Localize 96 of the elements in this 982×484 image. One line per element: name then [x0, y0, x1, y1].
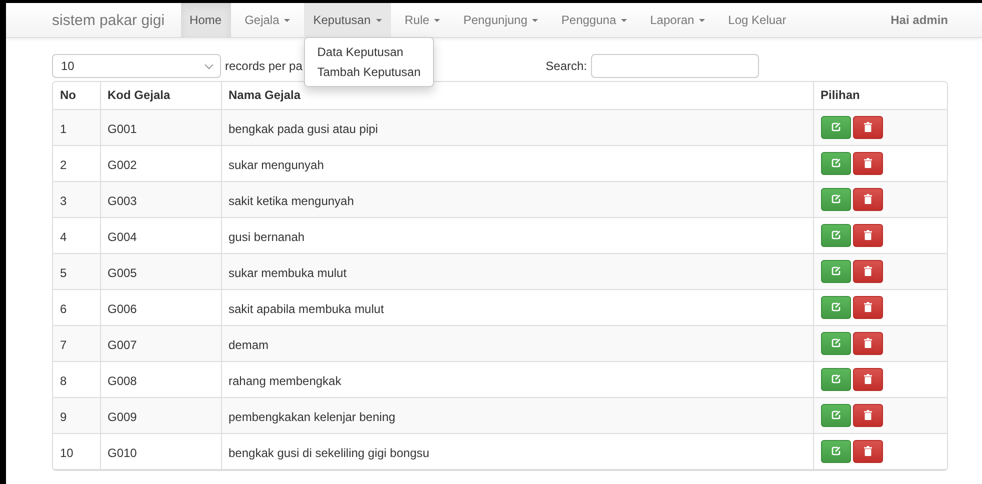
delete-button[interactable] [852, 368, 882, 390]
edit-icon [830, 410, 840, 420]
dropdown-item[interactable]: Data Keputusan [305, 42, 433, 62]
table-cell: 8 [60, 374, 67, 388]
caret-icon [284, 18, 290, 22]
nav-item[interactable]: Laporan [641, 2, 714, 38]
table-cell: 9 [60, 410, 67, 424]
table-cell: sukar membuka mulut [228, 266, 347, 280]
edit-icon [830, 230, 840, 240]
delete-button[interactable] [852, 260, 882, 282]
table-cell: G006 [108, 302, 137, 316]
brand-title: sistem pakar gigi [52, 10, 166, 30]
trash-icon [864, 122, 872, 132]
greeting-text: Hai admin [890, 12, 948, 29]
delete-button[interactable] [852, 188, 882, 210]
trash-icon [864, 446, 872, 456]
trash-icon [864, 194, 872, 204]
edit-button[interactable] [820, 224, 850, 246]
delete-button[interactable] [852, 296, 882, 318]
records-per-page-label: records per pa [225, 58, 302, 75]
edit-button[interactable] [820, 116, 850, 138]
caret-icon [376, 18, 382, 22]
delete-button[interactable] [852, 152, 882, 174]
edit-button[interactable] [820, 296, 850, 318]
delete-button[interactable] [852, 224, 882, 246]
table-cell: G010 [108, 446, 137, 460]
table-cell: bengkak gusi di sekeliling gigi bongsu [228, 446, 430, 460]
nav-item[interactable]: Pengunjung [454, 2, 548, 38]
search-label: Search: [546, 58, 587, 75]
table-cell: 4 [60, 230, 67, 244]
edit-button[interactable] [820, 260, 850, 282]
edit-icon [830, 446, 840, 456]
edit-icon [830, 158, 840, 168]
table-cell: 2 [60, 158, 67, 172]
delete-button[interactable] [852, 116, 882, 138]
search-field[interactable] [591, 54, 759, 78]
table-cell: demam [228, 338, 269, 352]
nav-item[interactable]: Rule [396, 2, 450, 38]
column-header: Nama Gejala [221, 82, 813, 109]
nav-item[interactable]: Home [180, 2, 231, 38]
table-cell: G005 [108, 266, 137, 280]
table-cell: sukar mengunyah [228, 158, 324, 172]
edit-icon [830, 266, 840, 276]
edit-icon [830, 122, 840, 132]
edit-icon [830, 374, 840, 384]
delete-button[interactable] [852, 404, 882, 426]
table-cell: sakit apabila membuka mulut [228, 302, 384, 316]
caret-icon [699, 18, 706, 22]
page-length-select[interactable]: 10 [52, 54, 221, 78]
trash-icon [864, 302, 872, 312]
nav-item[interactable]: Pengguna [552, 2, 636, 38]
caret-icon [532, 18, 538, 22]
edit-button[interactable] [820, 440, 850, 462]
table-cell: 1 [60, 122, 67, 136]
dropdown-item[interactable]: Tambah Keputusan [305, 62, 433, 82]
table-cell: G002 [108, 158, 137, 172]
caret-icon [621, 18, 628, 22]
table-cell: sakit ketika mengunyah [228, 194, 354, 208]
nav-item[interactable]: Keputusan [304, 2, 391, 38]
table-cell: 3 [60, 194, 67, 208]
column-header: Pilihan [813, 82, 947, 109]
edit-button[interactable] [820, 332, 850, 354]
column-header: No [53, 82, 100, 109]
trash-icon [864, 374, 872, 384]
trash-icon [864, 266, 872, 276]
nav-item[interactable]: Gejala [236, 2, 300, 38]
edit-icon [830, 338, 840, 348]
table-cell: pembengkakan kelenjar bening [228, 410, 396, 424]
table-cell: G009 [108, 410, 137, 424]
delete-button[interactable] [852, 440, 882, 462]
table-cell: G007 [108, 338, 137, 352]
nav-item[interactable]: Log Keluar [719, 2, 796, 38]
table-cell: 5 [60, 266, 67, 280]
edit-button[interactable] [820, 368, 850, 390]
edit-icon [830, 302, 840, 312]
trash-icon [864, 338, 872, 348]
column-header: Kod Gejala [100, 82, 221, 109]
table-cell: 6 [60, 302, 67, 316]
trash-icon [864, 158, 872, 168]
table-cell: 10 [60, 446, 74, 460]
table-cell: 7 [60, 338, 67, 352]
table-cell: G004 [108, 230, 137, 244]
table-cell: G003 [108, 194, 137, 208]
table-cell: G001 [108, 122, 137, 136]
caret-icon [434, 18, 440, 22]
edit-icon [830, 194, 840, 204]
trash-icon [864, 230, 872, 240]
edit-button[interactable] [820, 152, 850, 174]
table-cell: rahang membengkak [228, 374, 342, 388]
table-cell: G008 [108, 374, 137, 388]
delete-button[interactable] [852, 332, 882, 354]
edit-button[interactable] [820, 404, 850, 426]
edit-button[interactable] [820, 188, 850, 210]
table-cell: gusi bernanah [228, 230, 305, 244]
table-cell: bengkak pada gusi atau pipi [228, 122, 378, 136]
trash-icon [864, 410, 872, 420]
